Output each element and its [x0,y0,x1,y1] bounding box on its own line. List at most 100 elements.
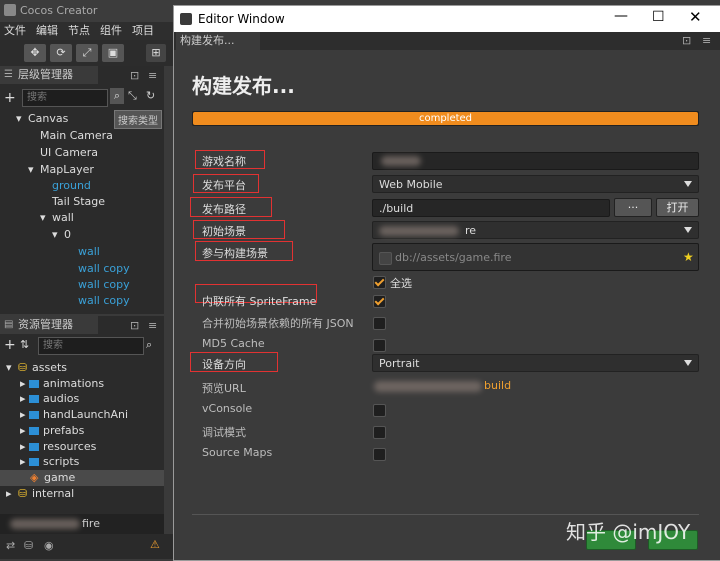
hierarchy-grid-icon: ☰ [4,69,13,80]
rect-tool-icon[interactable]: ▣ [102,44,124,62]
watermark: 知乎 @imJOY [566,520,691,544]
browse-button[interactable]: ··· [614,198,652,217]
asset-folder[interactable]: ▸ prefabs [20,424,84,437]
chevron-down-icon [684,227,692,233]
assets-search-input[interactable]: 搜索 [38,337,144,355]
asset-folder[interactable]: ▸ animations [20,377,104,390]
rotate-tool-icon[interactable]: ⟳ [50,44,72,62]
orientation-select[interactable]: Portrait [372,354,699,372]
debug-checkbox[interactable] [373,426,386,439]
folder-icon [29,443,40,451]
tree-arrow-icon[interactable]: ▾ [40,211,46,224]
folder-icon [29,458,40,466]
tree-node[interactable]: Main Camera [40,129,113,142]
tree-arrow-icon[interactable]: ▾ [52,228,58,241]
add-node-icon[interactable]: + [4,90,16,106]
asset-folder[interactable]: ▸ audios [20,392,79,405]
minimize-icon[interactable]: — [614,8,628,24]
add-asset-icon[interactable]: + [4,337,16,353]
tree-node[interactable]: Canvas [28,112,68,125]
tree-arrow-icon[interactable]: ▾ [6,361,12,374]
build-panel: 构建发布... completed 游戏名称 发布平台 Web Mobile 发… [174,50,720,560]
tree-node[interactable]: 0 [64,228,71,241]
scene-checkbox[interactable] [379,252,392,265]
asset-file: game [44,471,76,484]
start-scene-label: 初始场景 [202,225,246,238]
hierarchy-tab[interactable]: 层级管理器 [0,66,98,84]
tree-node[interactable]: wall copy [78,278,130,291]
folder-icon [29,427,40,435]
menu-component[interactable]: 组件 [100,22,122,40]
menu-node[interactable]: 节点 [68,22,90,40]
source-maps-checkbox[interactable] [373,448,386,461]
assets-panel: 资源管理器 ▤ ⊡ ≡ + ⇅ 搜索 ⌕ ▾ ⛁ assets ▸ animat… [0,316,164,536]
menu-project[interactable]: 项目 [132,22,154,40]
game-name-input[interactable] [372,152,699,170]
hierarchy-search-input[interactable]: 搜索 [22,89,108,107]
blurred-value [381,156,421,166]
scale-tool-icon[interactable]: ⤢ [76,44,98,62]
inline-spriteframe-checkbox[interactable] [373,295,386,308]
tree-node[interactable]: MapLayer [40,163,94,176]
menu-file[interactable]: 文件 [4,22,26,40]
asset-internal[interactable]: internal [32,487,74,500]
local-toggle-icon[interactable]: ⊞ [146,44,166,62]
blurred-value [379,226,459,236]
selected-asset-row[interactable]: ◈ game [0,470,164,486]
start-scene-select[interactable]: re [372,221,699,239]
tree-node[interactable]: ground [52,179,91,192]
panel-lock-icon[interactable]: ⊡ [130,69,139,82]
sort-icon[interactable]: ⇅ [20,338,29,351]
footer-file: fire [82,517,100,530]
app-title: Cocos Creator [20,4,98,17]
panel-lock-icon[interactable]: ⊡ [130,319,139,332]
folder-label: animations [43,377,105,390]
assets-tab[interactable]: 资源管理器 [0,316,98,334]
folder-label: scripts [43,455,80,468]
star-icon[interactable]: ★ [683,248,694,266]
tree-node[interactable]: wall copy [78,294,130,307]
asset-folder[interactable]: ▸ resources [20,440,96,453]
tree-arrow-icon[interactable]: ▾ [28,163,34,176]
tree-node[interactable]: wall copy [78,262,130,275]
source-maps-label: Source Maps [202,446,273,459]
refresh-icon[interactable]: ↻ [146,89,155,102]
tree-node[interactable]: Tail Stage [52,195,105,208]
move-tool-icon[interactable]: ✥ [24,44,46,62]
panel-menu-icon[interactable]: ≡ [148,69,157,82]
scene-icon: ◈ [30,471,39,484]
asset-root[interactable]: assets [32,361,67,374]
debug-label: 调试模式 [202,426,246,439]
search-icon[interactable]: ⌕ [146,338,152,352]
panel-menu-icon[interactable]: ≡ [148,319,157,332]
merge-json-checkbox[interactable] [373,317,386,330]
search-icon[interactable]: ⌕ [110,88,124,104]
collapse-icon[interactable]: ⤡ [128,89,137,103]
asset-folder[interactable]: ▸ handLaunchAni [20,408,128,421]
tree-node[interactable]: wall [78,245,100,258]
db-icon: ⛁ [18,487,28,500]
md5-checkbox[interactable] [373,339,386,352]
tree-arrow-icon[interactable]: ▾ [16,112,22,125]
orientation-label: 设备方向 [202,358,246,371]
open-button[interactable]: 打开 [656,198,699,217]
select-all-checkbox[interactable] [373,276,386,289]
panel-lock-icon[interactable]: ⊡ [682,34,691,47]
asset-folder[interactable]: ▸ scripts [20,455,79,468]
editor-window: Editor Window — ☐ ✕ 构建发布... ⊡ ≡ 构建发布... … [173,5,720,561]
preview-url-value[interactable]: build [484,379,511,392]
panel-menu-icon[interactable]: ≡ [702,34,711,47]
platform-select[interactable]: Web Mobile [372,175,699,193]
tab-build[interactable]: 构建发布... [176,32,260,50]
tree-node[interactable]: UI Camera [40,146,98,159]
folder-label: audios [43,392,80,405]
close-icon[interactable]: ✕ [689,8,702,26]
vconsole-checkbox[interactable] [373,404,386,417]
blurred-path [10,519,80,529]
tree-node[interactable]: wall [52,211,74,224]
maximize-icon[interactable]: ☐ [652,9,665,25]
tree-arrow-icon[interactable]: ▸ [6,487,12,500]
build-path-input[interactable]: ./build [372,199,610,217]
hierarchy-panel: 层级管理器 ☰ ⊡ ≡ + 搜索 ⌕ ⤡ ↻ 搜索类型 ▾ Canvas Mai… [0,66,164,314]
menu-edit[interactable]: 编辑 [36,22,58,40]
